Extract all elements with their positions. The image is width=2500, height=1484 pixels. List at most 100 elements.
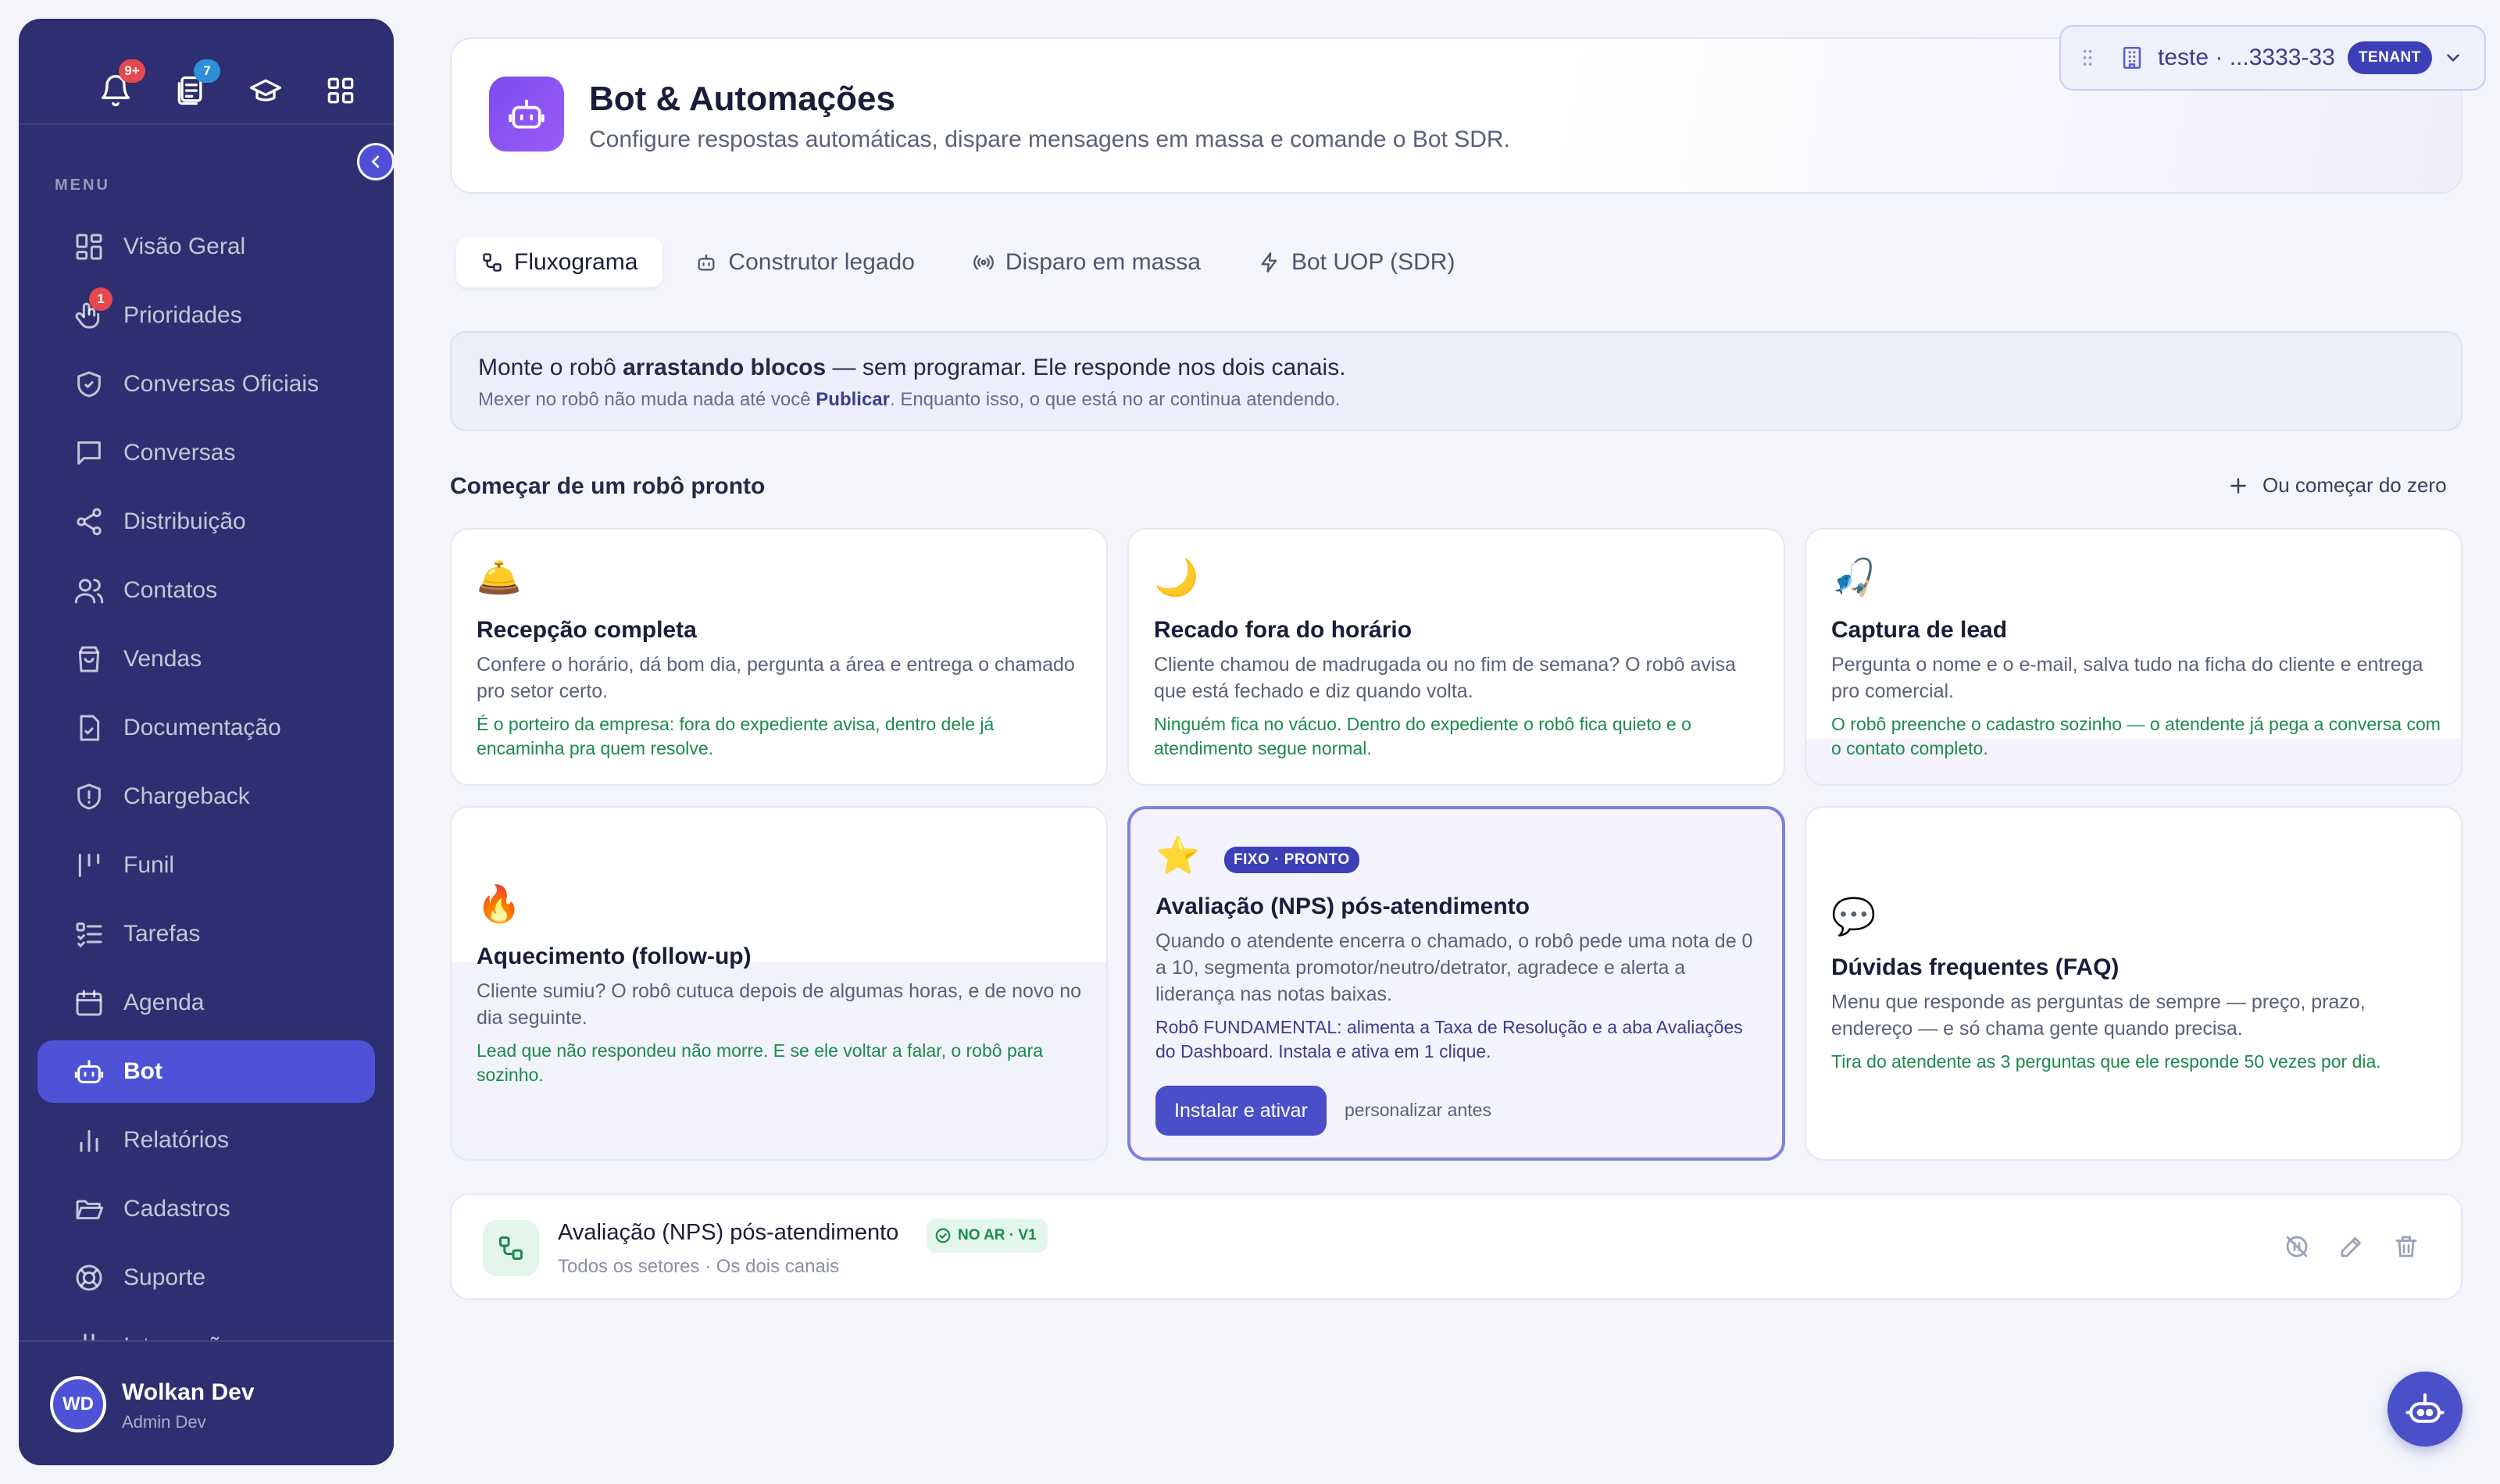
tenant-label: teste · ...3333-33 xyxy=(2158,45,2335,70)
bot-scope: Todos os setores · Os dois canais xyxy=(558,1256,840,1277)
flow-icon xyxy=(483,253,502,272)
graduation-cap-icon[interactable] xyxy=(248,73,283,108)
flow-icon xyxy=(483,1220,539,1276)
sidebar-top-bar: 9+ 7 xyxy=(19,19,394,125)
bot-list-item[interactable]: Avaliação (NPS) pós-atendimento NO AR · … xyxy=(450,1193,2462,1300)
calendar-icon xyxy=(73,987,105,1018)
template-card-recepcao-completa[interactable]: 🛎️ Recepção completa Confere o horário, … xyxy=(450,528,1108,786)
sidebar-item-tarefas[interactable]: Tarefas xyxy=(38,903,375,965)
fire-icon: 🔥 xyxy=(477,883,522,924)
star-icon: ⭐ xyxy=(1155,835,1201,876)
sidebar-item-label: Documentação xyxy=(123,715,281,740)
sidebar-item-label: Agenda xyxy=(123,990,205,1015)
start-from-scratch-button[interactable]: Ou começar do zero xyxy=(2228,473,2447,498)
template-card-aquecimento-follow-up[interactable]: 🔥 Aquecimento (follow-up) Cliente sumiu?… xyxy=(450,806,1108,1161)
page-title: Bot & Automações xyxy=(589,80,895,118)
template-description: Cliente sumiu? O robô cutuca depois de a… xyxy=(477,980,1082,1029)
template-hint: Robô FUNDAMENTAL: alimenta a Taxa de Res… xyxy=(1155,1017,1743,1061)
sidebar-item-conversas[interactable]: Conversas xyxy=(38,422,375,484)
tab-bar: Fluxograma Construtor legado Disparo em … xyxy=(456,237,1488,287)
sidebar-item-distribuicao[interactable]: Distribuição xyxy=(38,491,375,553)
sidebar-item-label: Funil xyxy=(123,852,175,878)
templates-section-title: Começar de um robô pronto xyxy=(450,473,766,499)
sidebar-item-conversas-oficiais[interactable]: Conversas Oficiais xyxy=(38,353,375,416)
bot-icon xyxy=(2405,1393,2445,1423)
folder-open-icon xyxy=(73,1193,105,1225)
template-description: Menu que responde as perguntas de sempre… xyxy=(1831,991,2366,1040)
bot-icon xyxy=(489,77,564,152)
template-title: Recepção completa xyxy=(477,617,697,643)
sidebar-item-chargeback[interactable]: Chargeback xyxy=(38,765,375,828)
sidebar-item-documentacao[interactable]: Documentação xyxy=(38,697,375,759)
status-badge: NO AR · V1 xyxy=(927,1218,1048,1253)
sidebar-item-prioridades[interactable]: 1 Prioridades xyxy=(38,284,375,347)
share-nodes-icon xyxy=(73,506,105,537)
template-card-captura-de-lead[interactable]: 🎣 Captura de lead Pergunta o nome e o e-… xyxy=(1805,528,2462,786)
user-role: Admin Dev xyxy=(122,1412,206,1432)
template-hint: O robô preenche o cadastro sozinho — o a… xyxy=(1831,714,2441,758)
sidebar-item-label: Suporte xyxy=(123,1265,206,1290)
avatar: WD xyxy=(50,1376,106,1432)
apps-grid-icon[interactable] xyxy=(323,73,358,108)
priority-badge: 1 xyxy=(89,287,112,311)
tab-disparo-em-massa[interactable]: Disparo em massa xyxy=(948,237,1226,287)
drag-handle-icon[interactable] xyxy=(2077,47,2098,69)
sidebar: 9+ 7 MENU Visão Geral 1 Prioridades Conv… xyxy=(19,19,394,1465)
sidebar-item-bot[interactable]: Bot xyxy=(38,1040,375,1103)
template-hint: É o porteiro da empresa: fora do expedie… xyxy=(477,714,995,758)
tab-label: Construtor legado xyxy=(728,249,915,275)
sidebar-item-cadastros[interactable]: Cadastros xyxy=(38,1178,375,1240)
start-from-scratch-label: Ou começar do zero xyxy=(2262,473,2447,497)
template-card-avaliacao-nps[interactable]: ⭐ FIXO · PRONTO Avaliação (NPS) pós-aten… xyxy=(1127,806,1785,1161)
bell-hop-icon: 🛎️ xyxy=(477,557,522,598)
sidebar-item-visao-geral[interactable]: Visão Geral xyxy=(38,216,375,278)
template-title: Dúvidas frequentes (FAQ) xyxy=(1831,954,2120,980)
sidebar-item-label: Contatos xyxy=(123,577,218,603)
bot-assistant-button[interactable] xyxy=(2388,1372,2462,1447)
sidebar-item-label: Prioridades xyxy=(123,302,242,328)
sidebar-item-suporte[interactable]: Suporte xyxy=(38,1247,375,1309)
template-hint: Tira do atendente as 3 perguntas que ele… xyxy=(1831,1051,2381,1072)
sidebar-item-funil[interactable]: Funil xyxy=(38,834,375,897)
notifications-badge: 9+ xyxy=(119,59,145,83)
sidebar-item-contatos[interactable]: Contatos xyxy=(38,559,375,622)
edit-icon[interactable] xyxy=(2338,1233,2366,1261)
sidebar-item-agenda[interactable]: Agenda xyxy=(38,972,375,1034)
building-icon xyxy=(2119,45,2145,71)
tab-fluxograma[interactable]: Fluxograma xyxy=(456,237,663,287)
template-card-recado-fora-do-horario[interactable]: 🌙 Recado fora do horário Cliente chamou … xyxy=(1127,528,1785,786)
tenant-badge: TENANT xyxy=(2347,41,2432,74)
page-subtitle: Configure respostas automáticas, dispare… xyxy=(589,127,1510,152)
user-profile[interactable]: WD Wolkan Dev Admin Dev xyxy=(19,1340,394,1465)
template-card-duvidas-frequentes[interactable]: 💬 Dúvidas frequentes (FAQ) Menu que resp… xyxy=(1805,806,2462,1161)
tab-bot-uop-sdr[interactable]: Bot UOP (SDR) xyxy=(1234,237,1480,287)
plus-icon xyxy=(2230,477,2246,494)
trash-icon[interactable] xyxy=(2392,1233,2420,1261)
lifebuoy-icon xyxy=(73,1262,105,1293)
shield-check-icon xyxy=(73,369,105,400)
sidebar-collapse-button[interactable] xyxy=(357,143,395,180)
bot-icon xyxy=(73,1056,105,1087)
sidebar-item-label: Chargeback xyxy=(123,783,250,809)
tab-label: Disparo em massa xyxy=(1005,249,1201,275)
tenant-selector[interactable]: teste · ...3333-33 TENANT xyxy=(2059,25,2486,91)
template-title: Captura de lead xyxy=(1831,617,2008,643)
bell-icon[interactable]: 9+ xyxy=(98,59,145,108)
menu-section-label: MENU xyxy=(55,177,110,194)
bot-icon xyxy=(698,254,715,271)
users-icon xyxy=(73,575,105,606)
tab-label: Bot UOP (SDR) xyxy=(1291,249,1455,275)
customize-first-link[interactable]: personalizar antes xyxy=(1345,1100,1491,1121)
chat-bubble-icon xyxy=(73,437,105,469)
pause-icon[interactable] xyxy=(2283,1233,2311,1261)
fixed-ready-badge: FIXO · PRONTO xyxy=(1224,847,1359,873)
sidebar-item-vendas[interactable]: Vendas xyxy=(38,628,375,690)
sidebar-item-relatorios[interactable]: Relatórios xyxy=(38,1109,375,1172)
tab-construtor-legado[interactable]: Construtor legado xyxy=(670,237,939,287)
document-stack-icon[interactable]: 7 xyxy=(173,59,220,108)
tab-label: Fluxograma xyxy=(514,249,638,275)
sidebar-item-label: Tarefas xyxy=(123,921,201,947)
sidebar-item-label: Cadastros xyxy=(123,1196,230,1222)
install-and-activate-button[interactable]: Instalar e ativar xyxy=(1155,1086,1327,1136)
check-circle-icon xyxy=(935,1228,951,1243)
